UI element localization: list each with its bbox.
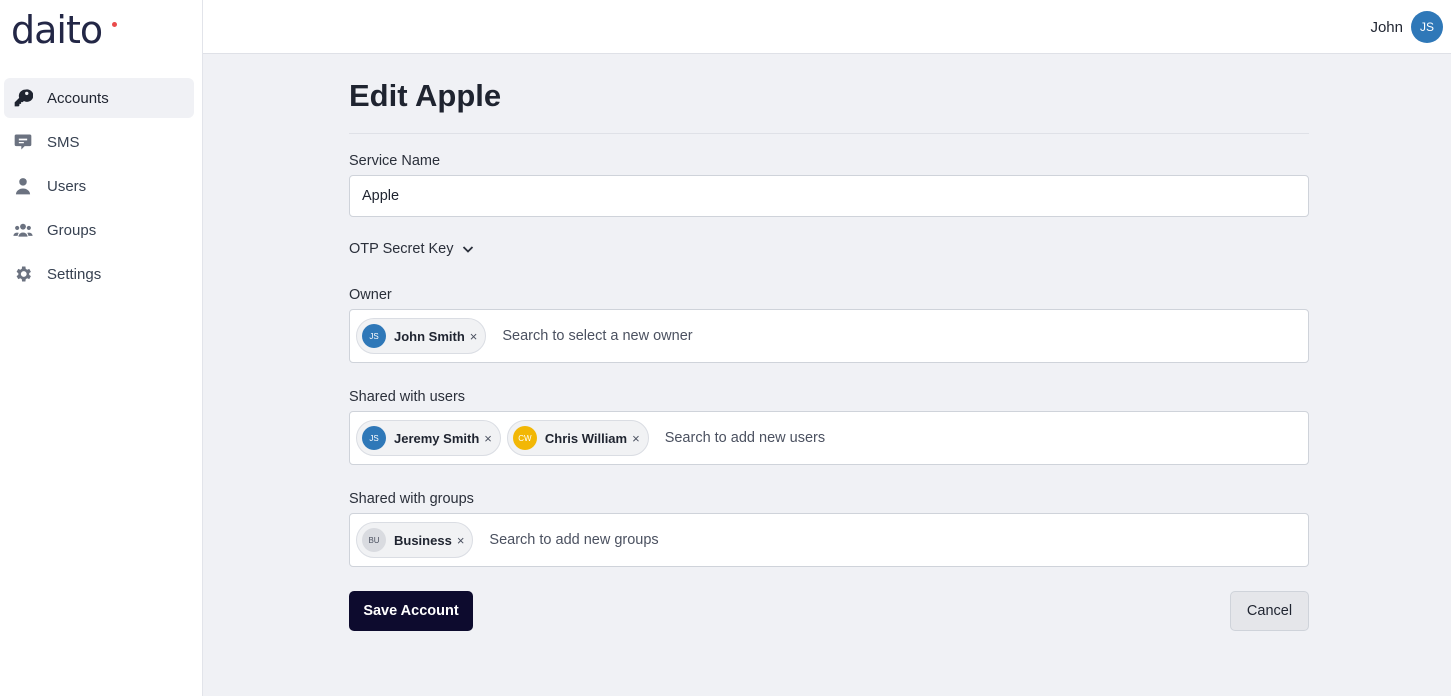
user-icon	[12, 175, 34, 197]
top-header: John JS	[203, 0, 1451, 54]
group-chip: BU Business ×	[356, 522, 474, 558]
user-menu[interactable]: John JS	[1370, 11, 1443, 43]
sidebar-item-label: SMS	[47, 133, 80, 151]
shared-users-label: Shared with users	[349, 389, 466, 405]
chevron-down-icon	[462, 246, 473, 253]
avatar: CW	[512, 426, 537, 450]
shared-groups-select[interactable]: BU Business ×	[349, 513, 1309, 567]
sidebar-nav: Accounts SMS Users Groups Settings	[4, 78, 194, 298]
sidebar-item-label: Groups	[47, 221, 97, 239]
logo-accent-dot	[112, 22, 117, 27]
remove-chip-icon[interactable]: ×	[632, 432, 640, 445]
remove-chip-icon[interactable]: ×	[470, 330, 478, 343]
service-name-input[interactable]	[349, 175, 1309, 217]
owner-chip: JS John Smith ×	[356, 318, 487, 354]
chip-name: John Smith	[394, 328, 465, 344]
otp-secret-key-toggle[interactable]: OTP Secret Key	[349, 241, 475, 257]
chip-name: Jeremy Smith	[394, 430, 480, 446]
gear-icon	[12, 263, 34, 285]
avatar: JS	[362, 324, 386, 348]
logo-text: daito	[11, 8, 103, 52]
shared-users-select[interactable]: JS Jeremy Smith × CW Chris William ×	[349, 411, 1309, 465]
sidebar-item-sms[interactable]: SMS	[4, 122, 194, 162]
title-divider	[349, 133, 1309, 134]
chip-name: Business	[394, 532, 452, 548]
cancel-button[interactable]: Cancel	[1230, 591, 1309, 631]
save-account-button[interactable]: Save Account	[349, 591, 473, 631]
sidebar-item-users[interactable]: Users	[4, 166, 194, 206]
sidebar-item-label: Users	[47, 177, 87, 195]
user-chip: JS Jeremy Smith ×	[356, 420, 501, 456]
avatar: BU	[362, 528, 386, 552]
sidebar-item-groups[interactable]: Groups	[4, 210, 194, 250]
avatar: JS	[362, 426, 386, 450]
otp-secret-key-label: OTP Secret Key	[349, 241, 454, 257]
chip-name: Chris William	[544, 430, 628, 446]
shared-groups-label: Shared with groups	[349, 491, 474, 507]
owner-label: Owner	[349, 287, 392, 303]
sidebar: daito Accounts SMS Users Groups Settings	[0, 0, 203, 696]
chat-icon	[12, 131, 34, 153]
page-title: Edit Apple	[349, 78, 502, 113]
owner-search-input[interactable]	[502, 321, 903, 351]
avatar: JS	[1411, 11, 1443, 43]
sidebar-item-accounts[interactable]: Accounts	[4, 78, 194, 118]
sidebar-item-label: Accounts	[47, 89, 109, 107]
user-chip: CW Chris William ×	[506, 420, 649, 456]
sidebar-item-settings[interactable]: Settings	[4, 254, 194, 294]
shared-groups-search-input[interactable]	[489, 525, 890, 555]
remove-chip-icon[interactable]: ×	[484, 432, 492, 445]
user-name: John	[1370, 18, 1403, 36]
owner-select[interactable]: JS John Smith ×	[349, 309, 1309, 363]
daito-logo[interactable]: daito	[11, 8, 117, 52]
users-group-icon	[12, 219, 34, 241]
key-icon	[12, 87, 34, 109]
sidebar-item-label: Settings	[47, 265, 102, 283]
service-name-label: Service Name	[349, 153, 441, 169]
remove-chip-icon[interactable]: ×	[457, 534, 465, 547]
shared-users-search-input[interactable]	[664, 423, 1065, 453]
